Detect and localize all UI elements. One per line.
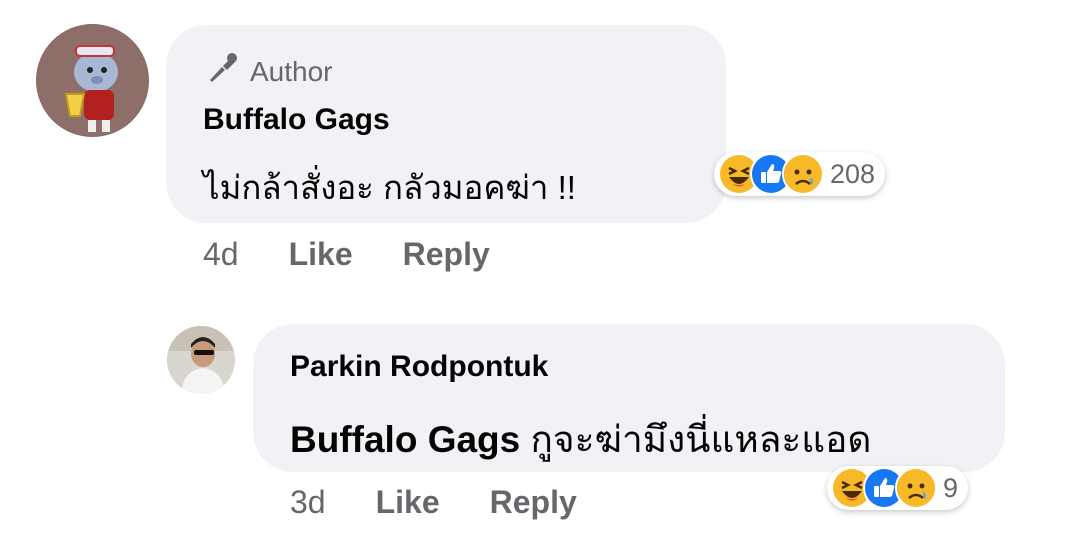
reply-actions: 3d Like Reply — [290, 484, 577, 521]
like-button[interactable]: Like — [289, 236, 353, 273]
reply-text: Buffalo Gags กูจะฆ่ามึงนี่แหละแอด — [290, 410, 871, 469]
replier-avatar[interactable] — [167, 326, 235, 394]
reply-timestamp[interactable]: 3d — [290, 484, 326, 521]
reaction-count: 9 — [943, 472, 959, 503]
comment-timestamp[interactable]: 4d — [203, 236, 239, 273]
buffalo-cartoon-avatar-icon — [36, 24, 148, 136]
commenter-name[interactable]: Buffalo Gags — [203, 103, 390, 137]
like-button[interactable]: Like — [376, 484, 440, 521]
comment-reactions[interactable]: 208 — [714, 152, 886, 196]
author-badge-label: Author — [250, 55, 333, 87]
microphone-icon — [204, 50, 240, 93]
reply-button[interactable]: Reply — [490, 484, 577, 521]
person-photo-avatar-icon — [167, 326, 235, 394]
mention-tag[interactable]: Buffalo Gags — [290, 419, 520, 460]
author-avatar[interactable] — [36, 24, 149, 137]
comment-text: ไม่กล้าสั่งอะ กลัวมอคฆ่า !! — [203, 169, 576, 206]
sad-icon — [782, 153, 824, 195]
author-badge: Author — [204, 50, 333, 93]
replier-name[interactable]: Parkin Rodpontuk — [290, 350, 548, 384]
sad-icon — [895, 467, 937, 509]
comment-actions: 4d Like Reply — [203, 236, 490, 273]
reply-message: กูจะฆ่ามึงนี่แหละแอด — [520, 419, 872, 460]
reply-button[interactable]: Reply — [403, 236, 490, 273]
reaction-count: 208 — [830, 158, 876, 189]
reply-reactions[interactable]: 9 — [827, 466, 969, 510]
